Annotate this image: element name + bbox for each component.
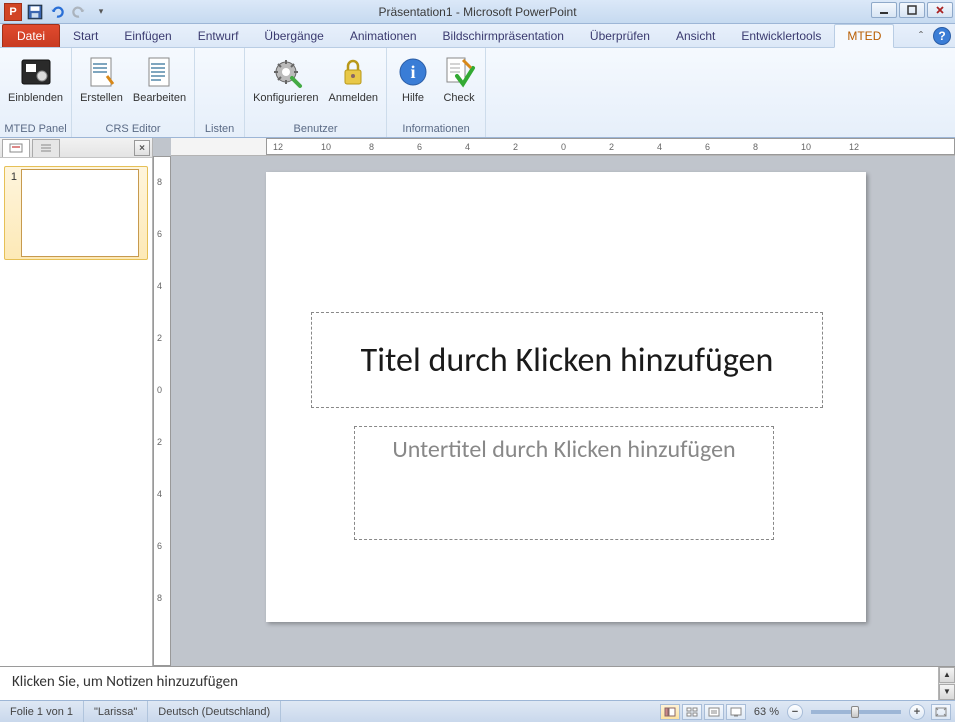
bearbeiten-label: Bearbeiten (133, 92, 186, 104)
titlebar: P ▾ Präsentation1 - Microsoft PowerPoint (0, 0, 955, 24)
tab-animationen[interactable]: Animationen (337, 24, 430, 47)
slide-panel: × 1 (0, 138, 153, 666)
group-informationen: i Hilfe Check Informationen (387, 48, 486, 137)
qat-dropdown-icon[interactable]: ▾ (92, 3, 110, 21)
thumbnail-list: 1 (0, 158, 152, 666)
group-label-listen: Listen (199, 121, 240, 137)
anmelden-button[interactable]: Anmelden (325, 50, 383, 121)
group-label-info: Informationen (391, 121, 481, 137)
erstellen-button[interactable]: Erstellen (76, 50, 127, 121)
slide-canvas[interactable]: Titel durch Klicken hinzufügen Untertite… (266, 172, 866, 622)
app-icon[interactable]: P (4, 3, 22, 21)
zoom-percent[interactable]: 63 % (754, 706, 779, 718)
statusbar: Folie 1 von 1 "Larissa" Deutsch (Deutsch… (0, 700, 955, 722)
tab-ansicht[interactable]: Ansicht (663, 24, 728, 47)
tab-entwurf[interactable]: Entwurf (185, 24, 252, 47)
sorter-view-icon[interactable] (682, 704, 702, 720)
redo-icon[interactable] (70, 3, 88, 21)
slide-info: Folie 1 von 1 (0, 701, 84, 722)
group-label-benutzer: Benutzer (249, 121, 382, 137)
normal-view-icon[interactable] (660, 704, 680, 720)
vertical-ruler: 864202468 (153, 156, 171, 666)
gear-icon (268, 54, 304, 90)
check-icon (441, 54, 477, 90)
ribbon: Einblenden MTED Panel Erstellen Bearbeit… (0, 48, 955, 138)
zoom-out-icon[interactable]: − (787, 704, 803, 720)
einblenden-label: Einblenden (8, 92, 63, 104)
slide-panel-header: × (0, 138, 152, 158)
subtitle-placeholder-text: Untertitel durch Klicken hinzufügen (392, 435, 735, 464)
group-benutzer: Konfigurieren Anmelden Benutzer (245, 48, 387, 137)
title-placeholder[interactable]: Titel durch Klicken hinzufügen (311, 312, 823, 408)
window-controls (871, 2, 953, 18)
zoom-slider-thumb[interactable] (851, 706, 859, 718)
thumbnail-image (21, 169, 139, 257)
ribbon-tabs: Datei Start Einfügen Entwurf Übergänge A… (0, 24, 955, 48)
save-icon[interactable] (26, 3, 44, 21)
tab-start[interactable]: Start (60, 24, 111, 47)
tab-entwicklertools[interactable]: Entwicklertools (728, 24, 834, 47)
bearbeiten-button[interactable]: Bearbeiten (129, 50, 190, 121)
slideshow-view-icon[interactable] (726, 704, 746, 720)
workarea: × 1 12108642024681012 864202468 Titel du (0, 138, 955, 700)
einblenden-button[interactable]: Einblenden (4, 50, 67, 121)
group-listen: Listen (195, 48, 245, 137)
group-crs-editor: Erstellen Bearbeiten CRS Editor (72, 48, 195, 137)
check-label: Check (443, 92, 474, 104)
undo-icon[interactable] (48, 3, 66, 21)
check-button[interactable]: Check (437, 50, 481, 121)
title-placeholder-text: Titel durch Klicken hinzufügen (361, 340, 774, 381)
help-icon[interactable]: ? (933, 27, 951, 45)
theme-name: "Larissa" (84, 701, 148, 722)
outline-tab-icon[interactable] (32, 139, 60, 157)
tab-bildschirm[interactable]: Bildschirmpräsentation (430, 24, 577, 47)
konfigurieren-label: Konfigurieren (253, 92, 318, 104)
notes-scrollbar[interactable]: ▲ ▼ (938, 667, 955, 700)
slide-edit-area: 12108642024681012 864202468 Titel durch … (153, 138, 955, 666)
konfigurieren-button[interactable]: Konfigurieren (249, 50, 322, 121)
scroll-down-icon[interactable]: ▼ (939, 684, 955, 700)
svg-text:i: i (411, 62, 416, 82)
horizontal-ruler: 12108642024681012 (171, 138, 955, 156)
slide-number: 1 (7, 169, 17, 183)
slide-thumbnail-1[interactable]: 1 (4, 166, 148, 260)
tab-mted[interactable]: MTED (834, 24, 894, 48)
zoom-in-icon[interactable]: + (909, 704, 925, 720)
erstellen-label: Erstellen (80, 92, 123, 104)
panel-icon (18, 54, 54, 90)
notes-placeholder-text: Klicken Sie, um Notizen hinzuzufügen (12, 673, 238, 691)
anmelden-label: Anmelden (329, 92, 379, 104)
close-button[interactable] (927, 2, 953, 18)
notes-pane[interactable]: Klicken Sie, um Notizen hinzuzufügen ▲ ▼ (0, 666, 955, 700)
info-icon: i (395, 54, 431, 90)
hilfe-label: Hilfe (402, 92, 424, 104)
statusbar-right: 63 % − + (660, 704, 955, 720)
minimize-ribbon-icon[interactable]: ˆ (913, 28, 929, 44)
edit-doc-icon (141, 54, 177, 90)
panel-close-icon[interactable]: × (134, 140, 150, 156)
tab-file[interactable]: Datei (2, 24, 60, 47)
quick-access-toolbar: P ▾ (0, 3, 110, 21)
slides-tab-icon[interactable] (2, 139, 30, 157)
group-label-crs: CRS Editor (76, 121, 190, 137)
lock-icon (335, 54, 371, 90)
maximize-button[interactable] (899, 2, 925, 18)
tab-ueberpruefen[interactable]: Überprüfen (577, 24, 663, 47)
scroll-up-icon[interactable]: ▲ (939, 667, 955, 683)
zoom-slider[interactable] (811, 710, 901, 714)
minimize-button[interactable] (871, 2, 897, 18)
subtitle-placeholder[interactable]: Untertitel durch Klicken hinzufügen (354, 426, 774, 540)
window-title: Präsentation1 - Microsoft PowerPoint (378, 5, 576, 19)
hilfe-button[interactable]: i Hilfe (391, 50, 435, 121)
tab-einfuegen[interactable]: Einfügen (111, 24, 184, 47)
language[interactable]: Deutsch (Deutschland) (148, 701, 281, 722)
group-mted-panel: Einblenden MTED Panel (0, 48, 72, 137)
fit-window-icon[interactable] (931, 704, 951, 720)
group-label-mted: MTED Panel (4, 121, 67, 137)
slide-canvas-area[interactable]: Titel durch Klicken hinzufügen Untertite… (171, 156, 955, 666)
tab-uebergaenge[interactable]: Übergänge (251, 24, 336, 47)
new-doc-icon (83, 54, 119, 90)
reading-view-icon[interactable] (704, 704, 724, 720)
